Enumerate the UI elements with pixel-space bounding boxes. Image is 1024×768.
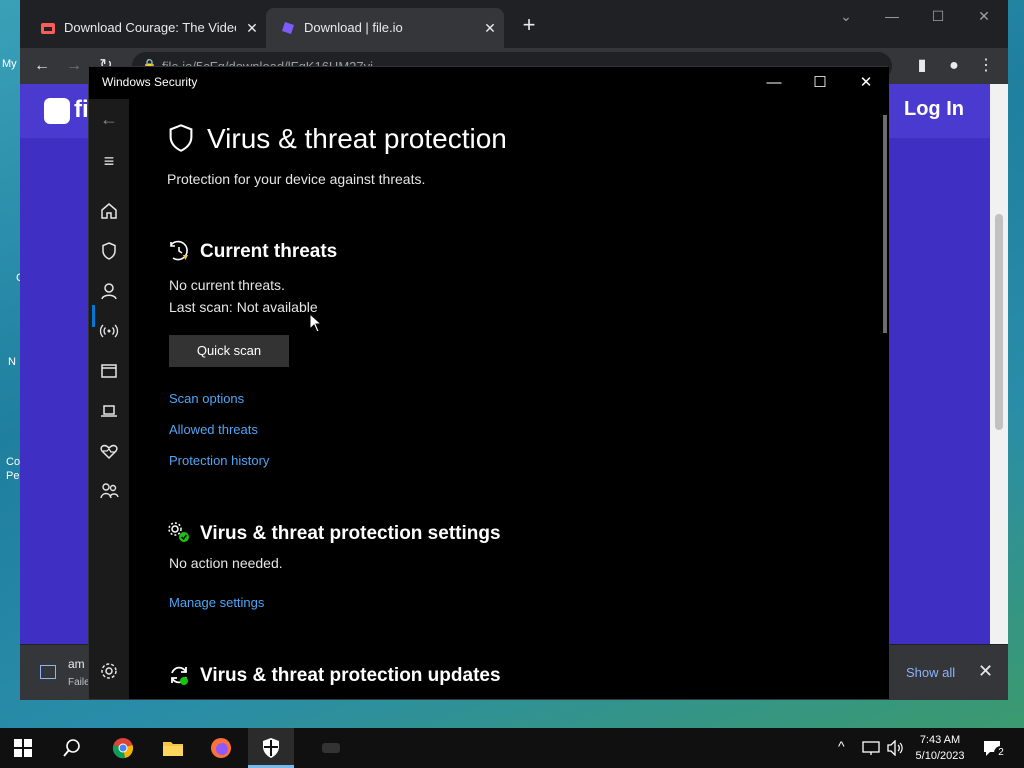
show-all-button[interactable]: Show all [906, 665, 955, 680]
manage-settings-link[interactable]: Manage settings [169, 595, 264, 610]
protection-settings-heading: Virus & threat protection settings [200, 523, 501, 544]
login-link[interactable]: Log In [904, 98, 964, 121]
fileio-logo[interactable] [44, 98, 70, 124]
settings-gears-icon [168, 522, 189, 542]
chrome-taskbar-button[interactable] [100, 728, 146, 768]
threats-status: No current threats. [169, 277, 285, 293]
folder-icon [163, 742, 183, 756]
taskbar: ^ 7:43 AM 5/10/2023 2 [0, 728, 1024, 768]
tab-courage[interactable]: Download Courage: The Videoga ✕ [20, 8, 266, 48]
back-icon[interactable]: ← [30, 54, 54, 78]
mouse-cursor-icon [309, 313, 323, 333]
firefox-taskbar-button[interactable] [198, 728, 244, 768]
windows-start-icon[interactable] [14, 739, 32, 757]
windows-security-taskbar-button[interactable] [248, 728, 294, 768]
desktop-icon-label[interactable]: My [2, 58, 17, 70]
home-icon[interactable] [97, 199, 121, 223]
title-bar: Windows Security — ☐ ✕ [89, 67, 889, 99]
page-scrollbar[interactable] [990, 84, 1008, 644]
download-item-status: Faile [68, 677, 90, 688]
menu-icon[interactable]: ⋮ [974, 54, 998, 78]
side-panel-icon[interactable]: ▮ [910, 54, 934, 78]
clock[interactable]: 7:43 AM 5/10/2023 [910, 732, 970, 764]
clock-date: 5/10/2023 [915, 750, 965, 762]
window-title: Windows Security [102, 75, 198, 89]
app-browser-icon[interactable] [97, 359, 121, 383]
main-content: Virus & threat protection Protection for… [129, 99, 889, 699]
desktop-icon-label[interactable]: Pe [6, 470, 19, 482]
desktop-icon-label[interactable]: Co [6, 456, 20, 468]
maximize-icon[interactable]: ☐ [926, 8, 950, 28]
scan-options-link[interactable]: Scan options [169, 391, 244, 406]
show-hidden-icons-icon[interactable]: ^ [838, 738, 845, 754]
back-icon[interactable]: ← [97, 107, 121, 131]
last-scan-text: Last scan: Not available [169, 299, 318, 315]
fileio-icon [282, 22, 294, 34]
settings-gear-icon[interactable] [97, 659, 121, 683]
threats-clock-icon [170, 240, 188, 261]
maximize-icon[interactable]: ☐ [805, 71, 835, 95]
protection-updates-heading: Virus & threat protection updates [200, 665, 501, 686]
app-taskbar-button[interactable] [308, 728, 354, 768]
fileio-brand[interactable]: fi [74, 96, 89, 124]
content-scrollbar[interactable] [883, 115, 887, 333]
page-subtitle: Protection for your device against threa… [167, 171, 426, 187]
person-icon[interactable] [97, 279, 121, 303]
minimize-icon[interactable]: — [880, 8, 904, 28]
navigation-rail: ← ≡ [89, 99, 129, 699]
shield-icon[interactable] [97, 239, 121, 263]
new-tab-icon[interactable]: + [518, 14, 540, 36]
wireless-icon[interactable] [97, 319, 121, 343]
tab-title: Download | file.io [304, 20, 403, 35]
clock-time: 7:43 AM [919, 734, 961, 746]
health-heart-icon[interactable] [97, 439, 121, 463]
file-icon [40, 665, 56, 679]
forward-icon[interactable]: → [62, 54, 86, 78]
desktop-icon-label[interactable]: N [8, 356, 16, 368]
protection-history-link[interactable]: Protection history [169, 453, 269, 468]
file-explorer-taskbar-button[interactable] [150, 728, 196, 768]
scrollbar-thumb[interactable] [995, 214, 1003, 430]
search-icon[interactable] [62, 738, 82, 758]
refresh-icon [171, 666, 188, 685]
volume-icon[interactable] [886, 740, 904, 756]
current-threats-heading: Current threats [200, 241, 338, 262]
hamburger-menu-icon[interactable]: ≡ [97, 149, 121, 173]
close-icon[interactable]: ✕ [851, 71, 881, 95]
firefox-icon [211, 738, 231, 758]
gamepad-icon [322, 743, 340, 753]
laptop-icon[interactable] [97, 399, 121, 423]
notification-count-badge: 2 [994, 746, 1008, 760]
minimize-icon[interactable]: — [759, 71, 789, 95]
tab-strip: Download Courage: The Videoga ✕ Download… [20, 0, 1008, 48]
close-download-bar-icon[interactable]: ✕ [978, 661, 993, 682]
chrome-icon [112, 738, 134, 759]
tab-search-icon[interactable]: ⌄ [834, 8, 858, 28]
page-title: Virus & threat protection [207, 123, 507, 154]
tab-fileio[interactable]: Download | file.io ✕ [266, 8, 504, 48]
shield-icon [263, 738, 279, 758]
family-icon[interactable] [97, 479, 121, 503]
active-indicator [92, 305, 95, 327]
close-tab-icon[interactable]: ✕ [242, 18, 262, 38]
windows-security-window: Windows Security — ☐ ✕ ← ≡ Virus & threa… [88, 66, 889, 699]
download-item-name[interactable]: am [68, 657, 85, 671]
quick-scan-button[interactable]: Quick scan [169, 335, 289, 367]
settings-status: No action needed. [169, 555, 283, 571]
profile-icon[interactable]: ● [942, 54, 966, 78]
close-window-icon[interactable]: ✕ [972, 8, 996, 28]
tab-title: Download Courage: The Videoga [64, 20, 236, 35]
network-icon[interactable] [862, 740, 880, 756]
itch-icon [41, 23, 55, 34]
close-tab-icon[interactable]: ✕ [480, 18, 500, 38]
shield-icon [169, 124, 193, 152]
allowed-threats-link[interactable]: Allowed threats [169, 422, 258, 437]
